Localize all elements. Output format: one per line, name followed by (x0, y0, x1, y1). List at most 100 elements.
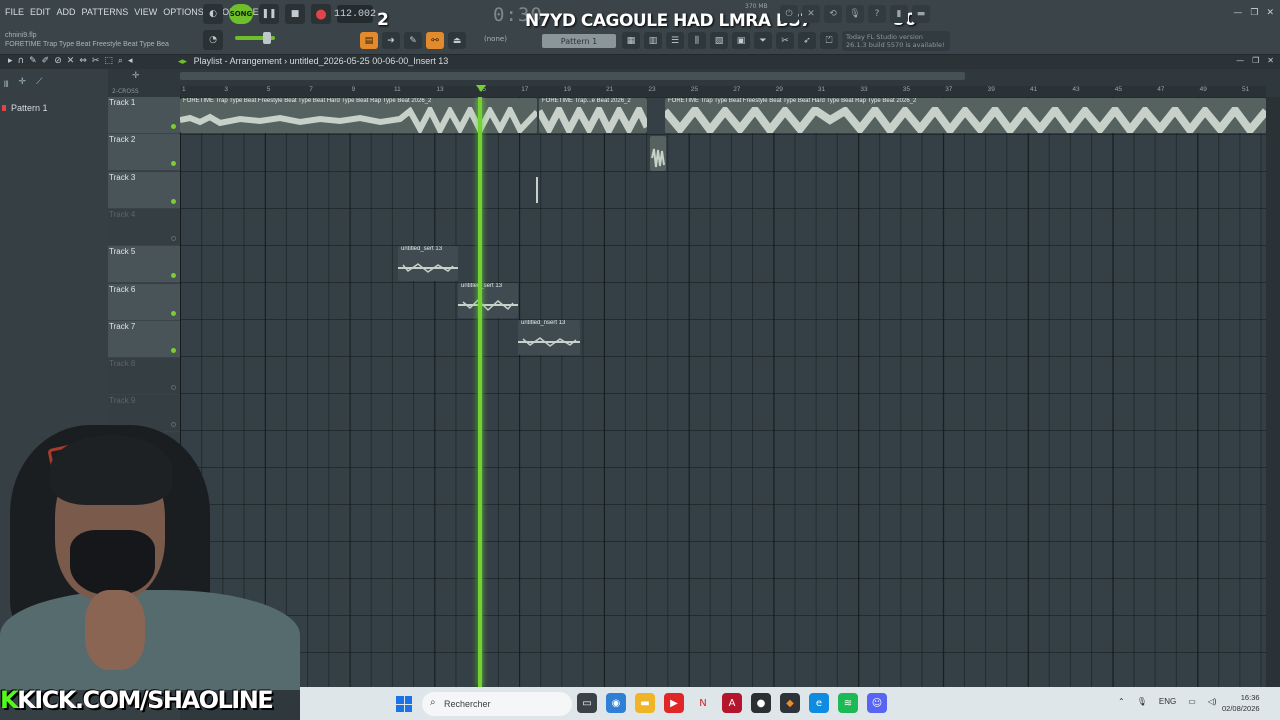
playhead[interactable] (478, 97, 482, 687)
microphone-icon[interactable]: 🎙 (1137, 697, 1147, 706)
taskbar-clock[interactable]: 16:36 02/08/2026 (1222, 692, 1260, 714)
arrow-right-icon[interactable]: ➜ (382, 32, 400, 49)
track-mute-led[interactable] (171, 273, 176, 279)
channel-selector[interactable]: (none) (484, 35, 507, 43)
file-explorer-icon[interactable]: ▬ (635, 693, 655, 713)
draw-icon[interactable]: ✎ (29, 56, 37, 66)
vertical-scrollbar[interactable] (1266, 97, 1280, 687)
playlist-icon[interactable]: ▤ (360, 32, 378, 49)
channel-rack-icon[interactable]: ☰ (666, 32, 684, 49)
track-header[interactable]: Track 2 (108, 134, 180, 172)
timeline-ruler[interactable]: 1 3 5 7 9 11 13 15 17 19 21 23 25 27 29 31 33 35 37 39 41 43 4… (180, 86, 1266, 97)
crosshair-icon[interactable]: ✛ (19, 77, 27, 93)
playback-icon[interactable]: ◂ (128, 56, 133, 66)
track-mute-led[interactable] (171, 235, 176, 241)
playlist-minimize-icon[interactable]: — (1236, 56, 1244, 65)
track-header[interactable]: Track 7 (108, 320, 180, 358)
menu-file[interactable]: FILE (5, 7, 24, 17)
mute-icon[interactable]: ✕ (67, 56, 75, 66)
track-mute-led[interactable] (171, 198, 176, 204)
funnel-icon[interactable]: ⏷ (754, 32, 772, 49)
plugin-icon[interactable]: ▣ (732, 32, 750, 49)
master-volume-knob[interactable] (263, 32, 271, 44)
netflix-icon[interactable]: N (693, 693, 713, 713)
move-icon[interactable]: ✛ (132, 71, 140, 81)
horizontal-scrollbar[interactable] (180, 72, 965, 80)
track-header[interactable]: Track 3 (108, 171, 180, 209)
taskbar-search[interactable]: ⌕ Rechercher (422, 692, 572, 716)
menu-view[interactable]: VIEW (134, 7, 157, 17)
export-icon[interactable]: ➶ (798, 32, 816, 49)
help-icon[interactable]: ? (868, 5, 886, 23)
arrow-line-icon[interactable]: ⟋ (36, 77, 42, 93)
track-mute-led[interactable] (171, 310, 176, 316)
playlist-window-icon[interactable]: ▦ (622, 32, 640, 49)
cpu-icon[interactable]: ▮ (890, 5, 908, 23)
pencil-icon[interactable]: ✎ (404, 32, 422, 49)
mic-icon[interactable]: 🎙 (846, 5, 864, 23)
track-header[interactable]: Track 6 (108, 283, 180, 321)
link-icon[interactable]: ⚯ (426, 32, 444, 49)
menu-add[interactable]: ADD (57, 7, 76, 17)
playlist-close-icon[interactable]: ✕ (1267, 56, 1274, 65)
track-header[interactable]: Track 1 (108, 97, 180, 134)
menu-options[interactable]: OPTIONS (163, 7, 204, 17)
tools-icon[interactable]: ✂ (776, 32, 794, 49)
menu-arrow-icon[interactable]: ▸ (8, 56, 13, 66)
power-icon[interactable]: ⏻ (780, 5, 798, 23)
magnet-icon[interactable]: ∩ (18, 56, 25, 66)
snap-selector[interactable]: 2-CROSS (112, 88, 139, 95)
pattern-song-toggle-icon[interactable]: ◐ (203, 4, 223, 24)
sync-icon[interactable]: ⟲ (824, 5, 842, 23)
audio-clip[interactable]: untitled_sert 13 (458, 283, 518, 318)
render-icon[interactable]: ⏍ (820, 32, 838, 49)
playhead-marker[interactable] (476, 85, 486, 92)
tempo-display[interactable]: 112.002 (334, 5, 376, 23)
track-header[interactable]: Track 5 (108, 246, 180, 284)
save-icon[interactable]: ▬ (912, 5, 930, 23)
cut-icon[interactable]: ✕ (802, 5, 820, 23)
select-icon[interactable]: ⬚ (104, 56, 113, 66)
piano-icon[interactable]: 𝍫 (4, 77, 9, 93)
paint-icon[interactable]: ✐ (42, 56, 50, 66)
fl-studio-icon[interactable]: ◆ (780, 693, 800, 713)
metronome-icon[interactable]: ◔ (203, 30, 223, 50)
track-mute-led[interactable] (171, 385, 176, 391)
slip-icon[interactable]: ⇔ (79, 56, 87, 66)
pattern-selector[interactable]: Pattern 1 (542, 34, 616, 48)
audio-clip[interactable]: untitled_nsert 13 (518, 320, 580, 355)
discord-icon[interactable]: ☺ (867, 693, 887, 713)
playlist-restore-icon[interactable]: ❐ (1252, 56, 1259, 65)
task-view-icon[interactable]: ▭ (577, 693, 597, 713)
song-mode-button[interactable]: SONG (229, 4, 253, 24)
volume-icon[interactable]: ◁) (1208, 697, 1217, 706)
audio-icon[interactable]: ⏏ (448, 32, 466, 49)
spotify-icon[interactable]: ≋ (838, 693, 858, 713)
windows-start-icon[interactable] (396, 696, 412, 712)
pause-button[interactable]: ❚❚ (259, 4, 279, 24)
language-indicator[interactable]: ENG (1159, 697, 1176, 706)
audio-clip[interactable] (650, 136, 666, 171)
track-header[interactable]: Track 4 (108, 208, 180, 246)
track-header[interactable]: Track 8 (108, 358, 180, 396)
delete-icon[interactable]: ⊘ (54, 56, 62, 66)
audio-clip[interactable]: FORETIME Trap Type Beat Freestyle Beat T… (180, 98, 537, 133)
piano-roll-icon[interactable]: ▥ (644, 32, 662, 49)
youtube-icon[interactable]: ▶ (664, 693, 684, 713)
acrobat-icon[interactable]: A (722, 693, 742, 713)
menu-patterns[interactable]: PATTERNS (82, 7, 129, 17)
tray-chevron-icon[interactable]: ⌃ (1118, 697, 1125, 706)
network-icon[interactable]: ▭ (1188, 697, 1196, 706)
track-mute-led[interactable] (171, 161, 176, 167)
menu-edit[interactable]: EDIT (30, 7, 51, 17)
zoom-icon[interactable]: ⌕ (118, 56, 123, 66)
playlist-grid[interactable]: FORETIME Trap Type Beat Freestyle Beat T… (180, 97, 1266, 687)
stop-button[interactable]: ■ (285, 4, 305, 24)
audio-clip[interactable]: FORETIME Trap Type Beat Freestyle Beat T… (665, 98, 1266, 133)
close-icon[interactable]: ✕ (1266, 8, 1274, 18)
slice-icon[interactable]: ✂ (92, 56, 100, 66)
minimize-icon[interactable]: — (1233, 8, 1242, 18)
mixer-icon[interactable]: ⫼ (688, 32, 706, 49)
audio-clip[interactable] (534, 175, 540, 205)
pattern-list-item[interactable]: Pattern 1 (2, 103, 48, 113)
